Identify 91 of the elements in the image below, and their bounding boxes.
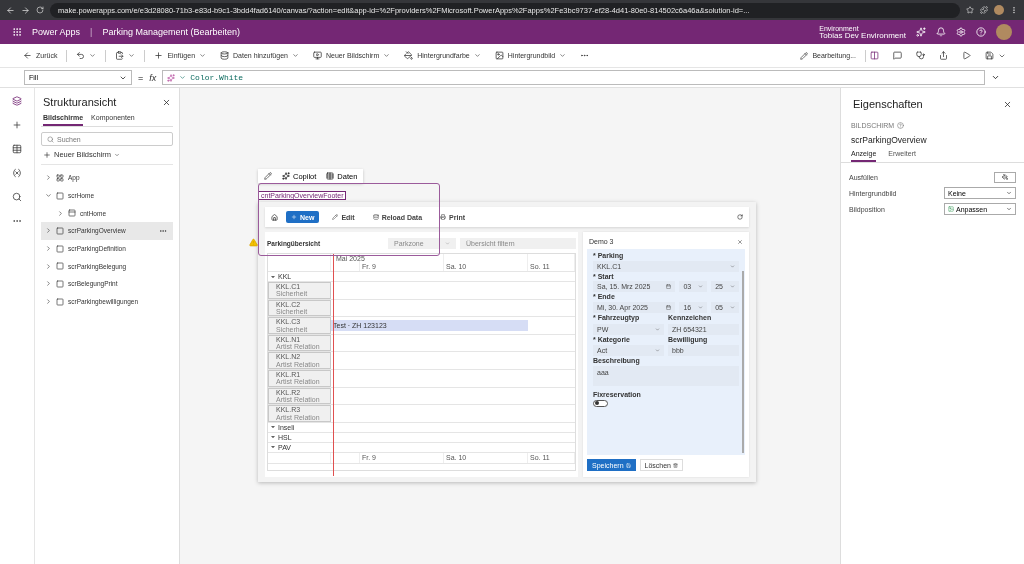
profile-avatar[interactable]: [996, 24, 1012, 40]
container-icon: [68, 209, 76, 218]
collapse-triangle-icon[interactable]: [270, 273, 276, 280]
calendar-icon: [666, 305, 672, 311]
chevron-icon: [128, 52, 136, 59]
calendar-icon: [666, 284, 672, 290]
collapse-triangle-icon[interactable]: [270, 444, 276, 451]
profile-avatar[interactable]: [994, 5, 1004, 15]
notifications-icon[interactable]: [936, 27, 946, 37]
image-icon: [948, 206, 954, 212]
more-icon[interactable]: [1010, 6, 1018, 14]
plus-icon: [43, 150, 51, 159]
grid-icon: [56, 173, 64, 182]
app-launcher-icon[interactable]: [12, 27, 22, 37]
printer-icon: [440, 214, 447, 220]
save-icon: [625, 462, 631, 468]
panel-title: Strukturansicht: [43, 96, 117, 108]
close-icon[interactable]: [162, 97, 171, 107]
bookmark-star-icon[interactable]: [966, 6, 974, 14]
table-icon[interactable]: [12, 144, 22, 154]
chevron-icon: [199, 52, 207, 59]
app-title: Parking Management (Bearbeiten): [102, 27, 240, 37]
back-icon: [23, 51, 32, 60]
chevron-icon: [473, 52, 481, 59]
refresh-icon[interactable]: [737, 214, 743, 220]
table-icon: [326, 172, 335, 180]
comments-icon[interactable]: [893, 51, 902, 60]
undo-icon: [76, 51, 86, 60]
plus-icon: [291, 214, 297, 220]
home-icon[interactable]: [271, 213, 278, 221]
plus-icon[interactable]: [12, 120, 22, 130]
chevron-icon: [730, 284, 735, 290]
back-icon[interactable]: [6, 5, 15, 15]
environment-name: Tobias Dev Environment: [819, 31, 906, 40]
plus-icon: [154, 51, 164, 60]
trash-icon: [673, 462, 678, 468]
chevron-icon: [291, 52, 299, 59]
copilot-icon: [282, 172, 290, 180]
chevron-icon: [1006, 190, 1012, 196]
close-icon[interactable]: [1003, 99, 1012, 109]
separator: |: [90, 27, 93, 37]
forward-icon[interactable]: [21, 5, 30, 15]
screen-name: scrParkingOverview: [851, 135, 928, 145]
copilot-icon[interactable]: [916, 27, 926, 37]
share-icon[interactable]: [939, 51, 948, 60]
chevron-icon: [383, 52, 391, 59]
database-icon: [372, 214, 379, 220]
reload-icon[interactable]: [36, 6, 44, 14]
settings-icon[interactable]: [956, 27, 966, 37]
screen-icon: [312, 51, 322, 60]
chevron-icon: [559, 52, 567, 59]
extensions-icon[interactable]: [980, 6, 988, 14]
image-icon: [494, 51, 504, 60]
pencil-icon: [800, 51, 809, 60]
play-icon[interactable]: [962, 51, 971, 60]
collapse-triangle-icon[interactable]: [270, 434, 276, 441]
color-picker-button[interactable]: [994, 171, 1016, 183]
search-icon[interactable]: [12, 192, 22, 202]
paint-bucket-icon: [404, 51, 414, 60]
chevron-icon: [730, 305, 735, 311]
chevron-icon: [655, 326, 660, 332]
panel-title: Eigenschaften: [853, 98, 923, 110]
variables-icon[interactable]: [12, 168, 22, 178]
chevron-icon: [114, 151, 121, 158]
copilot-icon: [167, 73, 176, 82]
screen-icon: [56, 191, 64, 200]
toggle-switch[interactable]: [593, 399, 608, 407]
stethoscope-icon[interactable]: [916, 51, 925, 60]
pencil-icon: [332, 214, 339, 220]
chevron-icon: [698, 284, 704, 290]
save-icon[interactable]: [985, 51, 994, 60]
chevron-icon: [1006, 206, 1012, 212]
expand-chevron-icon[interactable]: [991, 73, 1000, 82]
fx-label: fx: [149, 72, 157, 83]
layers-icon[interactable]: [12, 96, 22, 106]
chevron-icon: [89, 52, 97, 59]
chevron-icon: [655, 348, 660, 354]
chevron-icon: [179, 74, 187, 81]
paint-bucket-icon: [1002, 174, 1008, 180]
formula-field[interactable]: Color.White: [162, 70, 985, 85]
chevron-icon: [445, 241, 450, 246]
chevron-icon: [730, 263, 735, 269]
equals-sign: =: [138, 72, 144, 83]
collapse-triangle-icon[interactable]: [270, 424, 276, 431]
product-name: Power Apps: [32, 27, 81, 37]
search-icon: [47, 135, 54, 143]
more-icon: [580, 51, 590, 60]
clipboard-icon: [115, 51, 125, 60]
database-icon: [220, 51, 230, 60]
chevron-icon: [698, 305, 704, 311]
collapse-chevron-icon[interactable]: [45, 192, 52, 200]
